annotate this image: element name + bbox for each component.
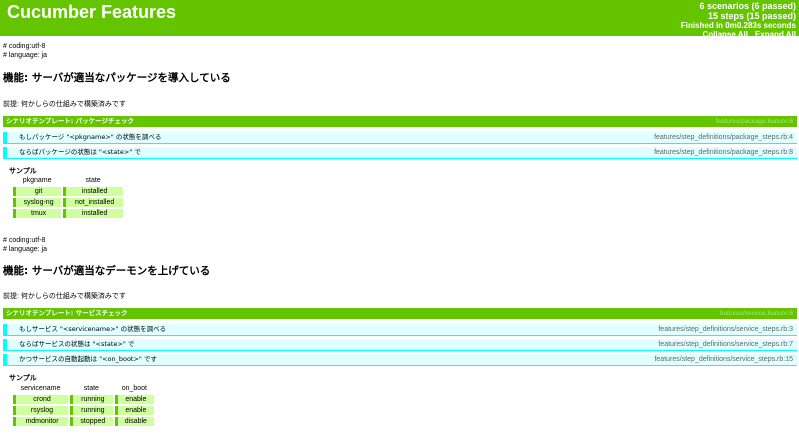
- scenario-outline-header[interactable]: シナリオテンプレート: パッケージチェック features/package.f…: [3, 116, 797, 127]
- examples-header-row: pkgname state: [13, 177, 123, 185]
- step-status-bar: [3, 339, 7, 350]
- background-step: 前提: 何かしらの仕組みで構築済みです: [3, 293, 126, 300]
- scenario-outline-title: シナリオテンプレート: サービスチェック: [6, 309, 128, 317]
- scenario-file-ref: features/package.feature:6: [715, 118, 793, 125]
- examples-header: on_boot: [121, 385, 147, 392]
- steps-summary: 15 steps (15 passed): [707, 11, 796, 21]
- examples-header: state: [85, 177, 101, 184]
- examples-header: pkgname: [22, 177, 52, 184]
- language-comment: # language: ja: [3, 246, 47, 253]
- examples-table: pkgname state git installed syslog-ng no…: [11, 175, 125, 220]
- feature-title[interactable]: 機能: サーバが適当なデーモンを上げている: [3, 263, 210, 278]
- step-text: もしサービス "<servicename>" の状態を調べる: [19, 325, 167, 333]
- step-text: かつサービスの自動起動は "<on_boot>" です: [19, 355, 157, 363]
- scenario-outline-header[interactable]: シナリオテンプレート: サービスチェック features/service.fe…: [3, 308, 797, 319]
- step-row: かつサービスの自動起動は "<on_boot>" です features/ste…: [3, 354, 797, 366]
- table-cell: running: [70, 406, 113, 415]
- step-row: もしサービス "<servicename>" の状態を調べる features/…: [3, 324, 797, 336]
- expand-all-link[interactable]: Expand All: [755, 30, 796, 39]
- table-row: crond running enable: [13, 395, 154, 404]
- duration: Finished in 0m0.283s seconds: [681, 21, 796, 30]
- table-row: syslog-ng not_installed: [13, 198, 123, 207]
- feature-title[interactable]: 機能: サーバが適当なパッケージを導入している: [3, 70, 231, 85]
- step-source-ref: features/step_definitions/service_steps.…: [658, 341, 793, 348]
- table-cell: running: [70, 395, 113, 404]
- toggle-links: Collapse All Expand All: [681, 30, 796, 39]
- table-row: tmux installed: [13, 209, 123, 218]
- scenarios-summary: 6 scenarios (6 passed): [699, 1, 796, 11]
- step-status-bar: [3, 147, 7, 158]
- table-cell: installed: [63, 209, 123, 218]
- step-row: ならばパッケージの状態は "<state>" で features/step_d…: [3, 147, 797, 159]
- table-cell: tmux: [13, 209, 62, 218]
- step-source-ref: features/step_definitions/service_steps.…: [658, 326, 793, 333]
- step-status-bar: [3, 324, 7, 335]
- step-text: ならばパッケージの状態は "<state>" で: [19, 148, 141, 156]
- table-cell: mdmonitor: [13, 417, 68, 426]
- duration-suffix: seconds: [761, 21, 796, 30]
- examples-header-row: servicename state on_boot: [13, 385, 154, 393]
- table-row: rsyslog running enable: [13, 406, 154, 415]
- examples-header: state: [83, 385, 99, 392]
- table-cell: enable: [114, 395, 154, 404]
- step-row: もしパッケージ "<pkgname>" の状態を調べる features/ste…: [3, 132, 797, 144]
- coding-comment: # coding:utf-8: [3, 43, 46, 50]
- step-text: もしパッケージ "<pkgname>" の状態を調べる: [19, 133, 162, 141]
- table-cell: stopped: [70, 417, 113, 426]
- table-cell: rsyslog: [13, 406, 68, 415]
- scenario-outline-title: シナリオテンプレート: パッケージチェック: [6, 117, 135, 125]
- table-row: git installed: [13, 187, 123, 196]
- step-source-ref: features/step_definitions/package_steps.…: [654, 149, 793, 156]
- step-status-bar: [3, 132, 7, 143]
- examples-label: サンプル: [9, 374, 37, 382]
- background-step: 前提: 何かしらの仕組みで構築済みです: [3, 101, 126, 108]
- step-text: ならばサービスの状態は "<state>" で: [19, 340, 135, 348]
- collapse-all-link[interactable]: Collapse All: [702, 30, 748, 39]
- duration-prefix: Finished in: [680, 21, 726, 30]
- examples-table: servicename state on_boot crond running …: [11, 383, 156, 428]
- table-cell: not_installed: [63, 198, 123, 207]
- table-row: mdmonitor stopped disable: [13, 417, 154, 426]
- step-source-ref: features/step_definitions/package_steps.…: [654, 134, 793, 141]
- step-source-ref: features/step_definitions/service_steps.…: [654, 356, 793, 363]
- summary-stats: 6 scenarios (6 passed) 15 steps (15 pass…: [681, 1, 796, 39]
- coding-comment: # coding:utf-8: [3, 237, 46, 244]
- report-title: Cucumber Features: [7, 2, 177, 22]
- step-row: ならばサービスの状態は "<state>" で features/step_de…: [3, 339, 797, 351]
- table-cell: installed: [63, 187, 123, 196]
- step-status-bar: [3, 354, 7, 365]
- scenario-file-ref: features/service.feature:6: [719, 310, 793, 317]
- table-cell: syslog-ng: [13, 198, 62, 207]
- table-cell: disable: [114, 417, 154, 426]
- table-cell: enable: [114, 406, 154, 415]
- table-cell: git: [13, 187, 62, 196]
- language-comment: # language: ja: [3, 52, 47, 59]
- table-cell: crond: [13, 395, 68, 404]
- examples-header: servicename: [20, 385, 61, 392]
- report-header: Cucumber Features 6 scenarios (6 passed)…: [0, 0, 799, 39]
- duration-value: 0m0.283s: [725, 21, 762, 30]
